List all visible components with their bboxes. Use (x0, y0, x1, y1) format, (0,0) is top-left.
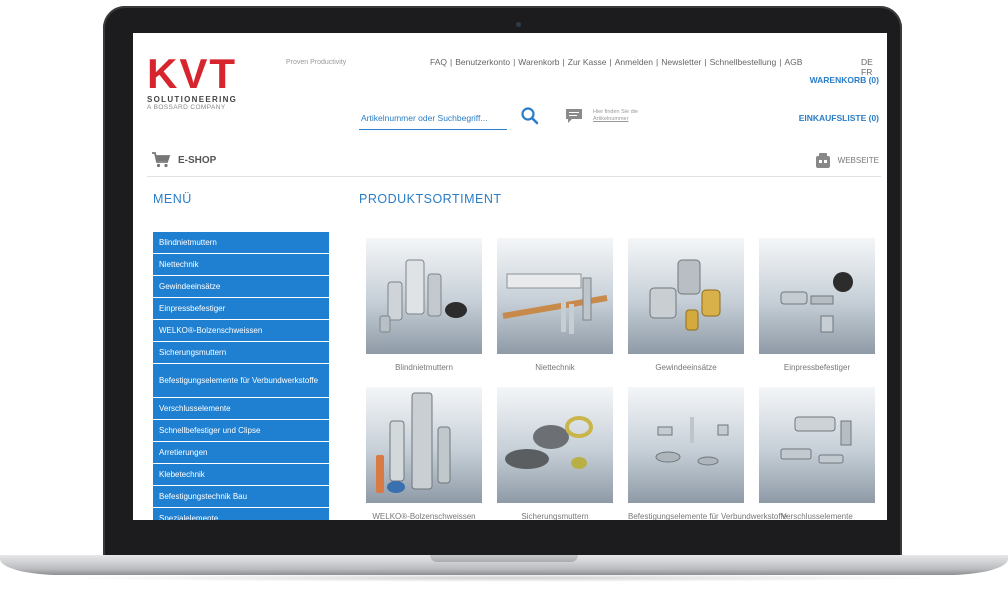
product-card-welko[interactable]: WELKO®-Bolzenschweissen (366, 387, 482, 520)
menu-item-gewindeeinsaetze[interactable]: Gewindeeinsätze (153, 276, 329, 298)
link-zur-kasse[interactable]: Zur Kasse (568, 57, 607, 67)
logo-letter: V (179, 50, 207, 97)
language-switcher: DE FR (855, 57, 887, 77)
link-anmelden[interactable]: Anmelden (615, 57, 653, 67)
menu-item-spezialelemente[interactable]: Spezialelemente (153, 508, 329, 520)
logo-letter: T (209, 50, 235, 97)
product-card-sicherungsmuttern[interactable]: Sicherungsmuttern (497, 387, 613, 520)
link-faq[interactable]: FAQ (430, 57, 447, 67)
menu-item-sicherungsmuttern[interactable]: Sicherungsmuttern (153, 342, 329, 364)
product-card-verschlusselemente[interactable]: Verschlusselemente (759, 387, 875, 520)
link-schnellbestellung[interactable]: Schnellbestellung (710, 57, 777, 67)
link-warenkorb[interactable]: Warenkorb (518, 57, 559, 67)
speech-bubble-icon (566, 109, 582, 123)
browser-screen: K V T SOLUTIONEERING A BOSSARD COMPANY P… (133, 33, 887, 520)
product-label: Einpressbefestiger (783, 363, 851, 372)
product-card-verbundwerkstoffe[interactable]: Befestigungselemente für Verbundwerkstof… (628, 387, 788, 520)
product-range-title: PRODUKTSORTIMENT (359, 192, 502, 206)
product-label: Befestigungselemente für Verbundwerkstof… (628, 512, 788, 520)
product-image (366, 238, 482, 354)
search-field-wrap (359, 107, 507, 130)
camera (516, 22, 521, 27)
eshop-link[interactable]: E-SHOP (151, 152, 216, 168)
shopping-list-link[interactable]: EINKAUFSLISTE (0) (799, 113, 879, 123)
laptop-notch (430, 555, 578, 562)
menu-item-verbundwerkstoffe[interactable]: Befestigungselemente für Verbundwerkstof… (153, 364, 329, 398)
product-card-niettechnik[interactable]: Niettechnik (497, 238, 613, 372)
product-card-einpressbefestiger[interactable]: Einpressbefestiger (759, 238, 875, 372)
logo-subtitle: SOLUTIONEERING (147, 95, 238, 104)
tagline: Proven Productivity (286, 59, 347, 66)
product-label: Gewindeeinsätze (655, 363, 717, 372)
kvt-logo[interactable]: K V T SOLUTIONEERING A BOSSARD COMPANY (147, 50, 238, 112)
menu-item-blindnietmuttern[interactable]: Blindnietmuttern (153, 232, 329, 254)
product-label: Verschlusselemente (781, 512, 853, 520)
laptop-shadow (60, 574, 948, 582)
product-image (497, 238, 613, 354)
product-card-blindnietmuttern[interactable]: Blindnietmuttern (366, 238, 482, 372)
top-navigation: FAQ | Benutzerkonto | Warenkorb | Zur Kasse | An… (430, 57, 803, 67)
article-number-hint: Hier finden Sie die Artikelnummer (593, 109, 638, 122)
product-image (628, 387, 744, 503)
product-image (366, 387, 482, 503)
building-icon (815, 153, 830, 168)
product-image (759, 387, 875, 503)
product-label: WELKO®-Bolzenschweissen (372, 512, 476, 520)
search-icon[interactable] (520, 106, 540, 126)
website-label: WEBSEITE (837, 156, 879, 165)
menu-item-klebetechnik[interactable]: Klebetechnik (153, 464, 329, 486)
product-image (628, 238, 744, 354)
link-newsletter[interactable]: Newsletter (661, 57, 701, 67)
link-benutzerkonto[interactable]: Benutzerkonto (455, 57, 510, 67)
website-link[interactable]: WEBSEITE (814, 152, 879, 169)
menu-item-einpressbefestiger[interactable]: Einpressbefestiger (153, 298, 329, 320)
logo-letter: K (147, 50, 177, 97)
menu-item-arretierungen[interactable]: Arretierungen (153, 442, 329, 464)
eshop-label: E-SHOP (178, 154, 217, 166)
search-input[interactable] (359, 107, 507, 129)
header-divider (147, 176, 881, 177)
lang-de[interactable]: DE (861, 57, 873, 67)
article-number-link[interactable]: Artikelnummer (593, 116, 628, 122)
product-label: Sicherungsmuttern (521, 512, 589, 520)
product-image (497, 387, 613, 503)
sidebar-menu: Blindnietmuttern Niettechnik Gewindeeins… (153, 232, 329, 520)
logo-company: A BOSSARD COMPANY (147, 104, 226, 111)
menu-item-verschlusselemente[interactable]: Verschlusselemente (153, 398, 329, 420)
product-card-gewindeeinsaetze[interactable]: Gewindeeinsätze (628, 238, 744, 372)
menu-item-befestigungstechnik-bau[interactable]: Befestigungstechnik Bau (153, 486, 329, 508)
menu-item-schnellbefestiger[interactable]: Schnellbefestiger und Clipse (153, 420, 329, 442)
link-agb[interactable]: AGB (784, 57, 802, 67)
product-label: Niettechnik (535, 363, 575, 372)
menu-item-welko[interactable]: WELKO®-Bolzenschweissen (153, 320, 329, 342)
shopping-cart-icon (152, 152, 171, 168)
product-image (759, 238, 875, 354)
menu-item-niettechnik[interactable]: Niettechnik (153, 254, 329, 276)
product-label: Blindnietmuttern (395, 363, 453, 372)
menu-title: MENÜ (153, 192, 192, 206)
cart-link[interactable]: WARENKORB (0) (810, 75, 879, 85)
